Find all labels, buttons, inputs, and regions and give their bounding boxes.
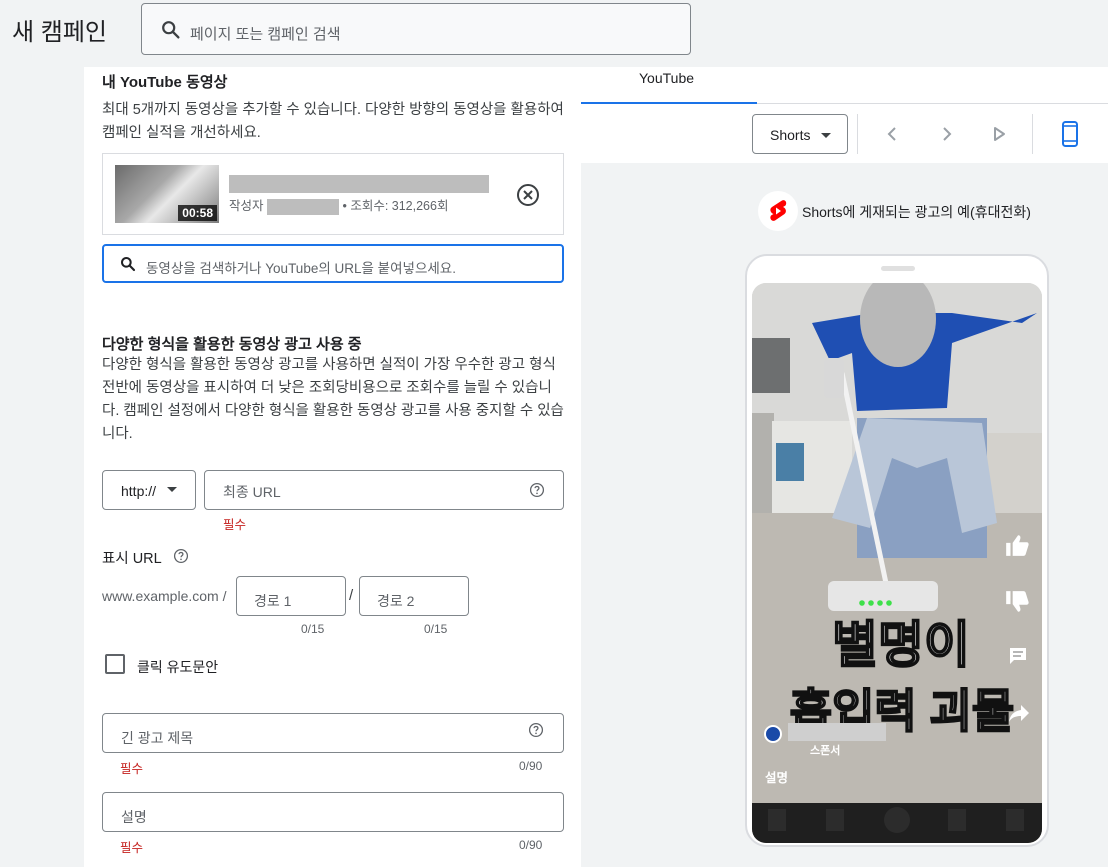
chevron-down-icon: [821, 133, 831, 138]
dislike-icon[interactable]: [1004, 590, 1030, 614]
path1-input[interactable]: 경로 1: [236, 576, 346, 616]
mobile-device-icon[interactable]: [1060, 121, 1080, 147]
final-url-placeholder: 최종 URL: [223, 484, 281, 500]
long-headline-input[interactable]: 긴 광고 제목: [102, 713, 564, 753]
display-url-domain: www.example.com /: [102, 588, 227, 604]
multiformat-heading: 다양한 형식을 활용한 동영상 광고 사용 중: [102, 336, 362, 353]
format-select[interactable]: Shorts: [752, 114, 848, 154]
preview-caption-text: Shorts에 게재되는 광고의 예(휴대전화): [802, 204, 1031, 220]
like-icon[interactable]: [1004, 533, 1030, 557]
path2-count: 0/15: [424, 622, 448, 636]
video-search-placeholder: 동영상을 검색하거나 YouTube의 URL을 붙여넣으세요.: [146, 261, 456, 276]
previous-icon[interactable]: [884, 125, 902, 143]
preview-toolbar: Shorts: [581, 104, 1108, 163]
long-headline-placeholder: 긴 광고 제목: [121, 730, 194, 746]
sponsored-label: 스폰서: [810, 745, 841, 757]
shorts-video-preview[interactable]: 별명이 흡입력 괴물 스폰서 설명: [752, 283, 1042, 843]
description-count: 0/90: [519, 838, 543, 852]
cta-label: 클릭 유도문안: [137, 659, 219, 675]
selected-video-card: 00:58 작성자 • 조회수: 312,266회: [102, 153, 564, 235]
search-icon: [162, 21, 180, 39]
toolbar-divider: [857, 114, 858, 154]
path-separator: /: [349, 587, 354, 604]
remove-video-icon[interactable]: [516, 183, 540, 207]
global-search-input[interactable]: 페이지 또는 캠페인 검색: [141, 3, 691, 55]
multiformat-description: 다양한 형식을 활용한 동영상 광고를 사용하면 실적이 가장 우수한 광고 형…: [102, 357, 564, 442]
final-url-input[interactable]: 최종 URL: [204, 470, 564, 510]
display-url-label: 표시 URL: [102, 551, 162, 567]
next-icon[interactable]: [937, 125, 955, 143]
path1-placeholder: 경로 1: [254, 593, 292, 609]
share-icon[interactable]: [1008, 703, 1030, 723]
comment-icon[interactable]: [1008, 646, 1028, 666]
toolbar-divider: [1032, 114, 1033, 154]
protocol-value: http://: [121, 483, 157, 499]
ad-description-label: 설명: [765, 771, 789, 785]
page-title: 새 캠페인: [12, 19, 107, 46]
top-bar: 새 캠페인 페이지 또는 캠페인 검색: [0, 0, 1108, 67]
long-headline-required: 필수: [120, 762, 144, 776]
chevron-down-icon: [167, 487, 177, 492]
path2-placeholder: 경로 2: [377, 593, 415, 609]
help-icon[interactable]: [173, 548, 189, 564]
video-thumbnail[interactable]: 00:58: [115, 165, 219, 223]
search-placeholder: 페이지 또는 캠페인 검색: [190, 26, 341, 43]
tab-youtube[interactable]: YouTube: [581, 67, 757, 104]
video-search-input[interactable]: 동영상을 검색하거나 YouTube의 URL을 붙여넣으세요.: [102, 244, 564, 283]
phone-mockup: 별명이 흡입력 괴물 스폰서 설명: [745, 254, 1049, 847]
ad-preview-panel: YouTube Shorts Shorts에 게재되는 광고의 예(휴대전화): [581, 67, 1108, 867]
search-icon: [121, 257, 136, 272]
description-input[interactable]: 설명: [102, 792, 564, 832]
help-icon[interactable]: [528, 722, 544, 738]
redacted-channel-name: [788, 723, 886, 741]
ad-form-panel: 내 YouTube 동영상 최대 5개까지 동영상을 추가할 수 있습니다. 다…: [84, 67, 581, 867]
final-url-required: 필수: [223, 518, 247, 532]
cta-checkbox[interactable]: [105, 654, 125, 674]
video-frame-illustration: [752, 283, 1042, 843]
channel-avatar[interactable]: [764, 725, 782, 743]
tab-youtube-label: YouTube: [639, 70, 695, 86]
videos-heading: 내 YouTube 동영상: [102, 74, 228, 91]
shorts-logo-icon: [758, 191, 798, 231]
redacted-author: [267, 198, 339, 215]
view-count: • 조회수: 312,266회: [342, 199, 449, 213]
video-meta: 작성자 • 조회수: 312,266회: [229, 195, 448, 215]
video-duration: 00:58: [178, 205, 217, 221]
protocol-select[interactable]: http://: [102, 470, 196, 510]
long-headline-count: 0/90: [519, 759, 543, 773]
phone-speaker: [881, 266, 915, 271]
format-select-value: Shorts: [770, 127, 811, 143]
redacted-video-title: [229, 175, 489, 193]
overlay-caption-line1: 별명이: [831, 616, 971, 674]
play-icon[interactable]: [990, 125, 1008, 143]
preview-tabs: YouTube: [581, 67, 1108, 104]
description-placeholder: 설명: [121, 809, 147, 825]
description-required: 필수: [120, 841, 144, 855]
path2-input[interactable]: 경로 2: [359, 576, 469, 616]
author-label: 작성자: [229, 199, 264, 213]
videos-description: 최대 5개까지 동영상을 추가할 수 있습니다. 다양한 방향의 동영상을 활용…: [102, 102, 564, 141]
path1-count: 0/15: [301, 622, 325, 636]
help-icon[interactable]: [529, 482, 545, 498]
